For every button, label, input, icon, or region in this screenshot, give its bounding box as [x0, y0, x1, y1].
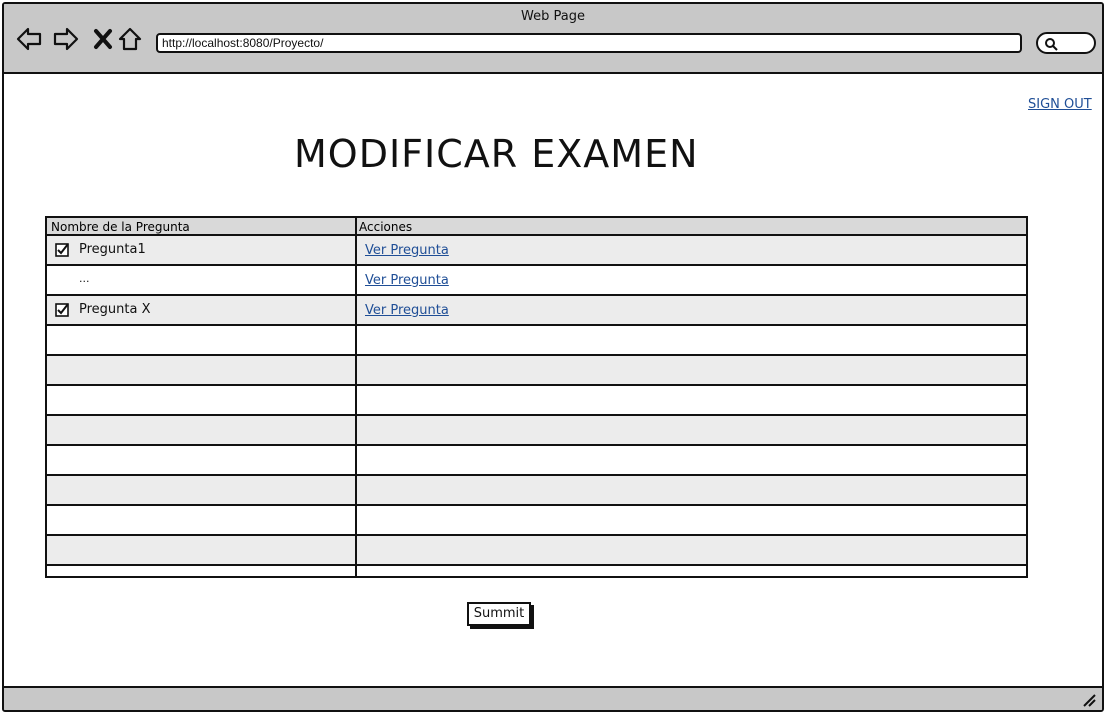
table-row: [47, 326, 1026, 356]
resize-grip-icon[interactable]: [1082, 693, 1096, 707]
forward-arrow-icon[interactable]: [53, 26, 79, 52]
status-bar: [4, 686, 1102, 710]
column-header-name: Nombre de la Pregunta: [51, 220, 190, 234]
view-question-link[interactable]: Ver Pregunta: [365, 273, 449, 288]
view-question-link[interactable]: Ver Pregunta: [365, 243, 449, 258]
table-row: [47, 386, 1026, 416]
table-row: [47, 536, 1026, 566]
search-icon: [1045, 38, 1058, 51]
url-input[interactable]: [156, 33, 1022, 53]
table-row: [47, 356, 1026, 386]
browser-toolbar: Web Page: [4, 4, 1102, 74]
table-row: Pregunta1 Ver Pregunta: [47, 236, 1026, 266]
table-row: [47, 446, 1026, 476]
sign-out-link[interactable]: SIGN OUT: [1028, 97, 1092, 112]
questions-table: Nombre de la Pregunta Acciones Pregunta1…: [45, 216, 1028, 578]
browser-window: Web Page SIGN OUT MODIFICAR EXAMEN Nombr…: [2, 2, 1104, 712]
browser-search-box[interactable]: [1036, 32, 1096, 54]
checkbox-checked-icon[interactable]: [55, 303, 69, 317]
back-arrow-icon[interactable]: [16, 26, 42, 52]
column-header-actions: Acciones: [359, 220, 413, 234]
table-row: Pregunta X Ver Pregunta: [47, 296, 1026, 326]
table-row: [47, 566, 1026, 576]
question-name: Pregunta X: [79, 302, 151, 317]
view-question-link[interactable]: Ver Pregunta: [365, 303, 449, 318]
page-title: MODIFICAR EXAMEN: [294, 132, 699, 176]
question-name: Pregunta1: [79, 242, 146, 257]
table-header: Nombre de la Pregunta Acciones: [47, 218, 1026, 236]
checkbox-checked-icon[interactable]: [55, 243, 69, 257]
submit-button[interactable]: Summit: [467, 602, 531, 626]
question-name: ...: [79, 272, 90, 285]
table-row: [47, 506, 1026, 536]
window-title: Web Page: [521, 9, 585, 24]
table-row: [47, 416, 1026, 446]
table-row: [47, 476, 1026, 506]
stop-x-icon[interactable]: [90, 26, 116, 52]
column-divider: [355, 218, 357, 576]
home-icon[interactable]: [117, 26, 143, 52]
table-row: ... Ver Pregunta: [47, 266, 1026, 296]
